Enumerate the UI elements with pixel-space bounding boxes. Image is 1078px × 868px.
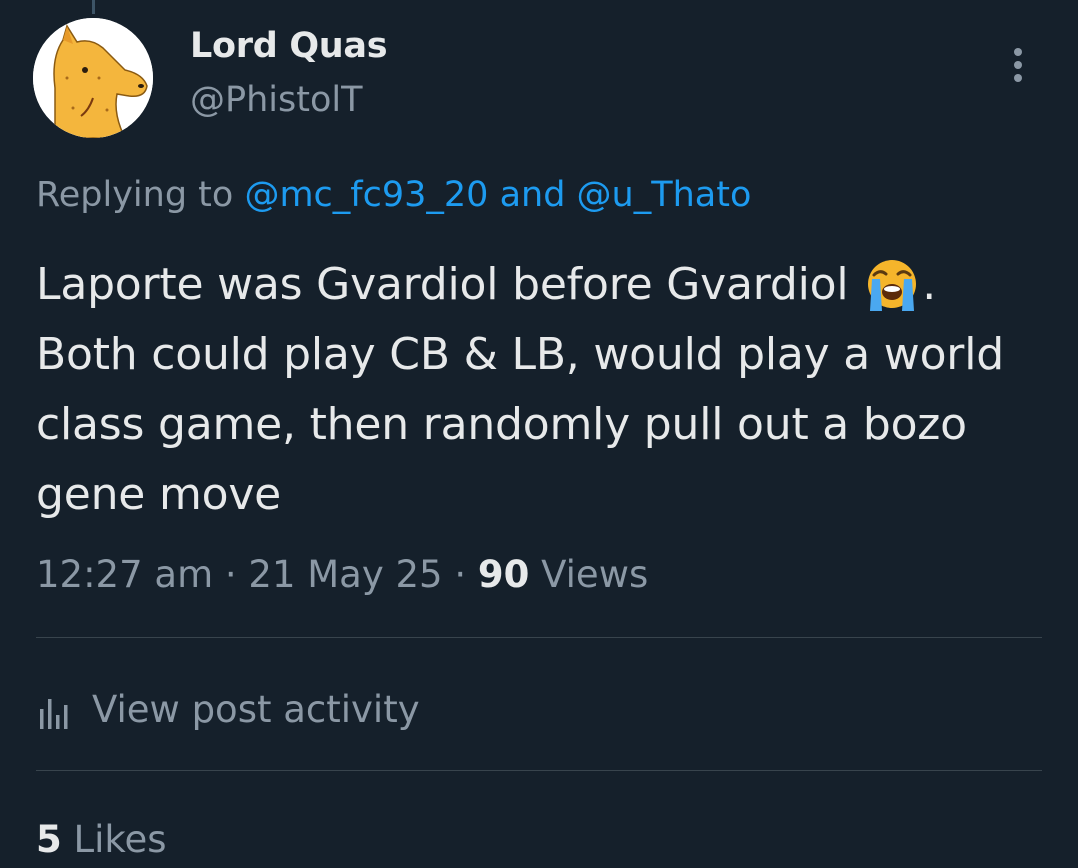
post-time[interactable]: 12:27 am — [36, 553, 213, 596]
likes-link[interactable]: 5 Likes — [36, 815, 167, 865]
tweet-text-part-1: Laporte was Gvardiol before Gvardiol — [36, 259, 863, 310]
meta-separator-1: · — [213, 553, 249, 596]
view-post-activity-button[interactable]: View post activity — [36, 684, 420, 734]
likes-label: Likes — [61, 818, 167, 861]
replying-to: Replying to @mc_fc93_20 and @u_Thato — [36, 171, 751, 219]
post-metadata: 12:27 am · 21 May 25 · 90 Views — [36, 551, 648, 599]
avatar[interactable] — [33, 18, 153, 138]
mention-link-1[interactable]: @mc_fc93_20 — [244, 175, 488, 215]
post-date[interactable]: 21 May 25 — [248, 553, 442, 596]
view-post-activity-label: View post activity — [92, 687, 420, 731]
likes-count: 5 — [36, 818, 62, 861]
views-label: Views — [529, 553, 649, 596]
replying-to-joiner: and — [488, 175, 577, 215]
avatar-illustration — [33, 18, 153, 138]
tweet-text: Laporte was Gvardiol before Gvardiol . B… — [36, 250, 1046, 530]
divider-top — [36, 637, 1042, 638]
meta-separator-2: · — [442, 553, 478, 596]
mention-link-2[interactable]: @u_Thato — [577, 175, 752, 215]
replying-to-prefix: Replying to — [36, 175, 245, 215]
author-handle[interactable]: @PhistolT — [190, 76, 363, 124]
views-count: 90 — [477, 553, 530, 596]
more-options-button[interactable] — [1003, 44, 1033, 86]
thread-connector-line — [92, 0, 95, 14]
loudly-crying-face-icon — [862, 257, 922, 311]
divider-bottom — [36, 770, 1042, 771]
bar-chart-icon — [40, 699, 68, 729]
author-display-name[interactable]: Lord Quas — [190, 22, 388, 70]
